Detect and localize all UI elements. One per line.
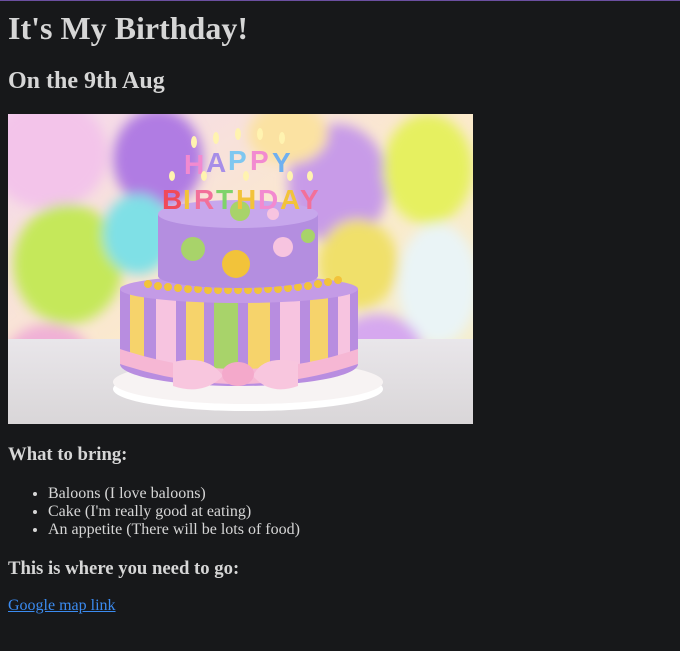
svg-text:A: A	[206, 147, 226, 178]
svg-text:H: H	[236, 184, 256, 215]
svg-text:A: A	[280, 184, 300, 215]
bring-list: Baloons (I love baloons) Cake (I'm reall…	[8, 485, 300, 539]
what-to-bring-heading: What to bring:	[8, 444, 128, 465]
date-heading: On the 9th Aug	[8, 68, 165, 94]
page-title: It's My Birthday!	[8, 10, 248, 46]
directions-heading: This is where you need to go:	[8, 558, 240, 579]
svg-text:T: T	[216, 184, 233, 215]
birthday-cake-image: H A P P Y B I R T H D A Y	[8, 114, 473, 424]
svg-text:D: D	[258, 184, 278, 215]
list-item: Cake (I'm really good at eating)	[48, 503, 300, 521]
list-item: Baloons (I love baloons)	[48, 485, 300, 503]
svg-text:R: R	[194, 184, 214, 215]
list-item: An appetite (There will be lots of food)	[48, 521, 300, 539]
svg-text:P: P	[250, 145, 269, 176]
svg-text:P: P	[228, 145, 247, 176]
svg-text:I: I	[183, 184, 191, 215]
svg-text:Y: Y	[300, 184, 319, 215]
google-map-link[interactable]: Google map link	[8, 597, 116, 615]
svg-text:B: B	[162, 184, 182, 215]
